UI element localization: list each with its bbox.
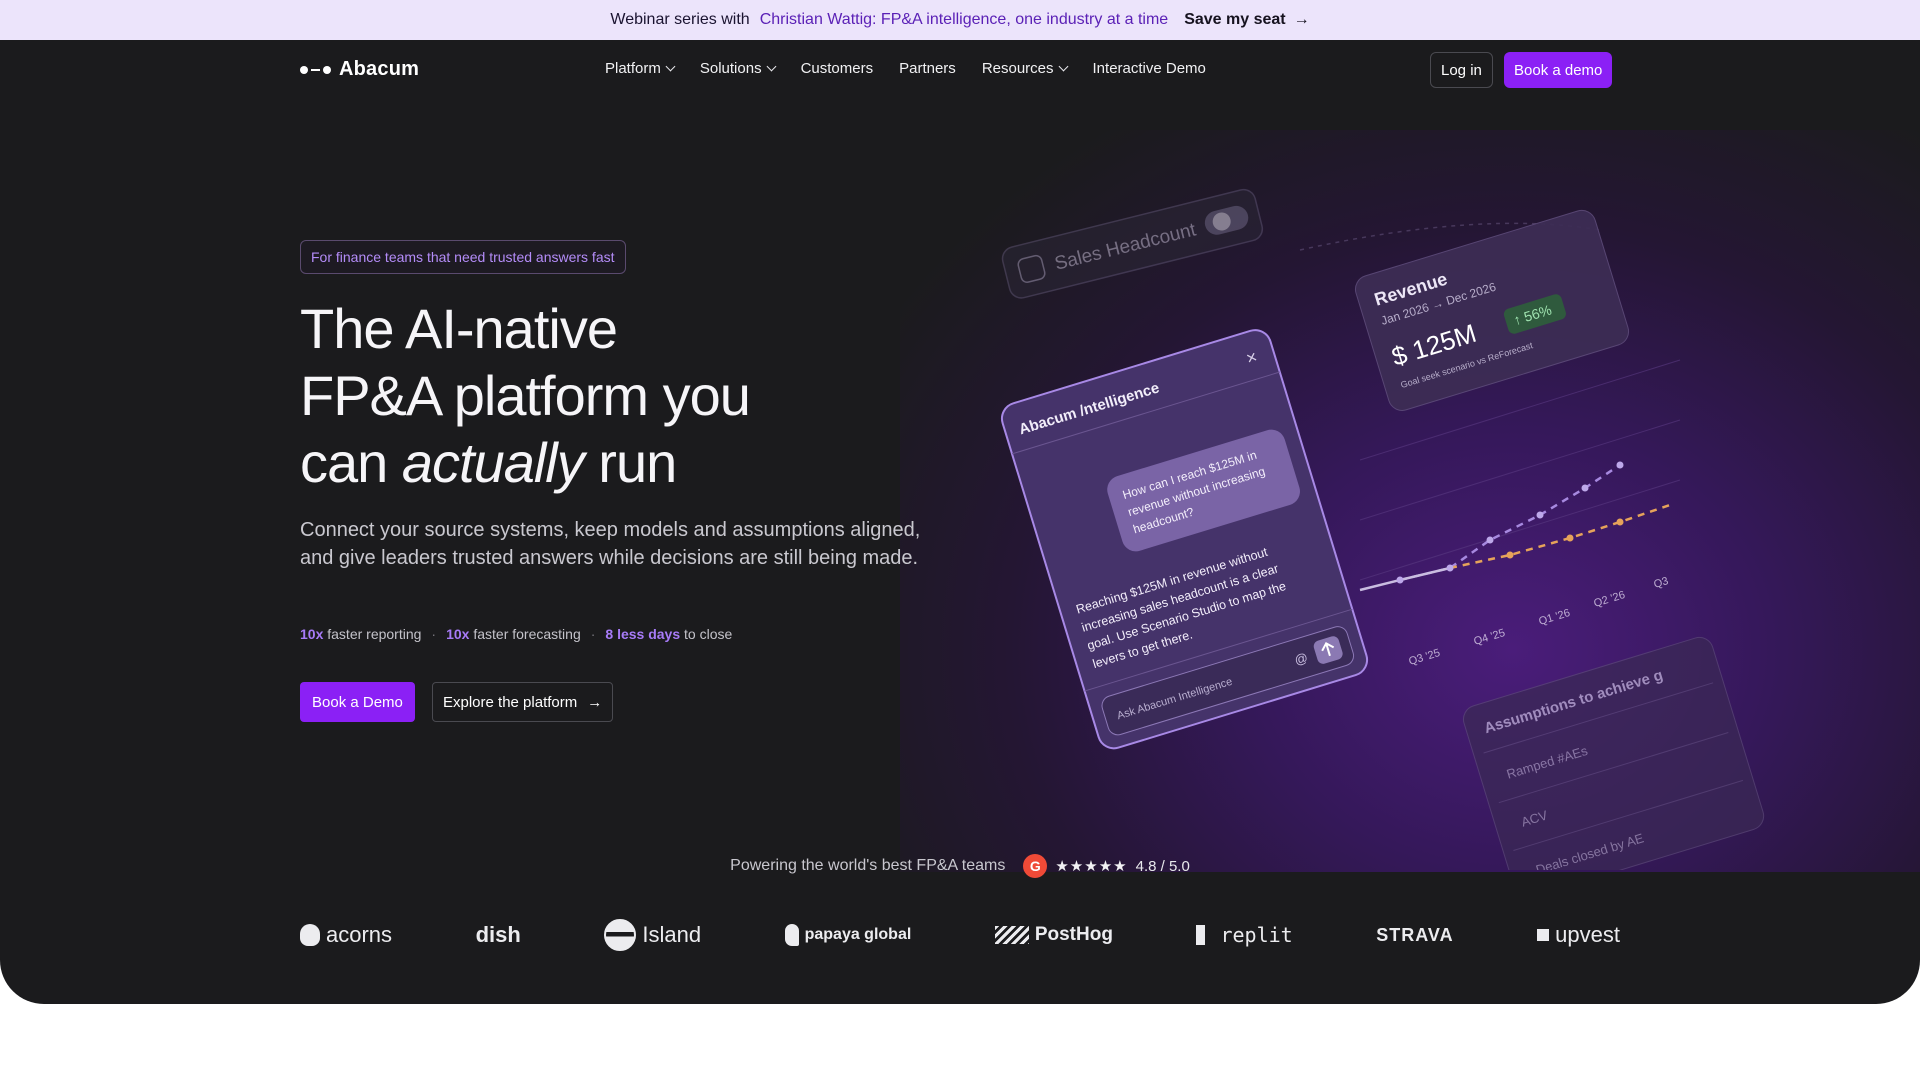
intelligence-chat-card: Abacum /ntelligence × How can I reach $1… <box>1000 329 1369 750</box>
logo-name: replit <box>1220 923 1293 947</box>
book-demo-nav-button[interactable]: Book a demo <box>1504 52 1613 88</box>
proof-text: Powering the world's best FP&A teams <box>730 857 1006 874</box>
announcement-highlight: Christian Wattig: FP&A intelligence, one… <box>759 11 1169 28</box>
replit-icon <box>1196 925 1215 945</box>
acorns-icon <box>300 924 320 946</box>
logo-name: acorns <box>326 922 393 947</box>
stat-value: 10x <box>300 626 324 642</box>
stat-value: 10x <box>446 626 470 642</box>
logo-name: PostHog <box>1034 924 1113 945</box>
forecast-line <box>1449 503 1671 570</box>
upvest-icon <box>1537 929 1550 941</box>
posthog-icon <box>994 926 1029 944</box>
nav-label: Resources <box>981 60 1054 77</box>
headline-line-1: The AI-native <box>300 297 618 360</box>
nav-item-resources[interactable]: Resources <box>981 60 1068 77</box>
save-seat-label: Save my seat <box>1184 11 1286 28</box>
chevron-down-icon <box>1058 61 1068 72</box>
customer-logos: acorns dish Island papaya global PostHog… <box>300 915 1620 955</box>
nav-label: Platform <box>605 60 661 77</box>
explore-label: Explore the platform <box>443 693 578 711</box>
assumptions-card: Assumptions to achieve g Ramped #AEs ACV… <box>1462 636 1765 870</box>
arrow-right-icon: → <box>1293 11 1310 28</box>
actual-line <box>1359 566 1451 592</box>
headline-line-3-pre: can <box>300 431 402 494</box>
headline-emphasis: actually <box>401 431 585 494</box>
announcement-lead: Webinar series with <box>610 11 750 28</box>
g2-icon: G <box>1023 854 1048 878</box>
rating-value: 4.8 / 5.0 <box>1135 857 1190 875</box>
nav-label: Interactive Demo <box>1092 60 1206 77</box>
quarter-labels: Q3 '25 Q4 '25 Q1 '26 Q2 '26 Q3 <box>1407 575 1670 668</box>
axis-label: Q3 '25 <box>1407 647 1441 668</box>
explore-platform-button[interactable]: Explore the platform → <box>432 682 614 722</box>
headline-line-3-post: run <box>583 431 677 494</box>
main-menu: Platform Solutions Customers Partners Re… <box>605 60 1206 77</box>
stat-label: to close <box>684 626 733 642</box>
logo-papaya-global: papaya global <box>784 915 912 955</box>
stat-reporting: 10x faster reporting <box>300 626 421 642</box>
dish-logo: dish <box>475 922 521 947</box>
save-seat-link[interactable]: Save my seat → <box>1184 11 1309 29</box>
stat-separator: · <box>431 626 437 642</box>
logo-wordmark: Abacum <box>339 58 420 80</box>
g2-rating: G ★★★★★ 4.8 / 5.0 <box>1023 854 1190 878</box>
logo-acorns: acorns <box>300 915 392 955</box>
logo-name: upvest <box>1555 922 1620 947</box>
nav-label: Customers <box>800 60 874 77</box>
stats-row: 10x faster reporting · 10x faster foreca… <box>300 626 732 642</box>
axis-label: Q2 '26 <box>1592 589 1626 610</box>
scenario-line <box>1399 463 1621 582</box>
stat-separator: · <box>590 626 596 642</box>
nav-item-solutions[interactable]: Solutions <box>699 60 777 77</box>
nav-item-customers[interactable]: Customers <box>801 60 874 77</box>
top-nav: Abacum Platform Solutions Customers Part… <box>0 40 1920 100</box>
logo-posthog: PostHog <box>994 915 1113 955</box>
logo-name: papaya global <box>804 926 912 943</box>
abacum-logo[interactable]: Abacum <box>300 58 419 81</box>
nav-label: Partners <box>899 60 956 77</box>
logo-name: Island <box>642 922 702 947</box>
stat-value: 8 less days <box>605 626 681 642</box>
papaya-icon <box>784 924 799 946</box>
axis-label: Q4 '25 <box>1472 627 1506 648</box>
logo-island: Island <box>604 915 701 955</box>
stat-forecasting: 10x faster forecasting <box>446 626 581 642</box>
logo-strava: STRAVA <box>1376 915 1453 955</box>
scenario-points <box>1396 461 1624 584</box>
chevron-down-icon <box>665 61 676 72</box>
nav-item-interactive-demo[interactable]: Interactive Demo <box>1093 60 1206 77</box>
star-rating-icon: ★★★★★ <box>1055 858 1128 875</box>
headcount-toggle-card: Sales Headcount <box>1001 188 1264 299</box>
stat-label: faster reporting <box>327 626 422 642</box>
hero-subtext: Connect your source systems, keep models… <box>300 519 921 569</box>
audience-pill: For finance teams that need trusted answ… <box>300 240 626 274</box>
stat-close: 8 less days to close <box>605 626 732 642</box>
chevron-down-icon <box>766 61 777 72</box>
island-icon <box>604 919 637 951</box>
social-proof-row: Powering the world's best FP&A teams G ★… <box>0 854 1920 878</box>
nav-item-platform[interactable]: Platform <box>605 60 676 77</box>
nav-item-partners[interactable]: Partners <box>899 60 956 77</box>
logo-upvest: upvest <box>1537 915 1620 955</box>
announcement-bar: Webinar series with Christian Wattig: FP… <box>0 0 1920 40</box>
logo-dish: dish <box>476 915 521 955</box>
nav-label: Solutions <box>699 60 762 77</box>
product-illustration: Q3 '25 Q4 '25 Q1 '26 Q2 '26 Q3 Sales Hea… <box>1000 188 1765 870</box>
logo-replit: replit <box>1196 915 1293 955</box>
arrow-right-icon: → <box>587 693 603 711</box>
hero-section: Abacum Platform Solutions Customers Part… <box>0 40 1920 1004</box>
revenue-card: Revenue Jan 2026 → Dec 2026 $ 125M ↑ 56%… <box>1354 209 1630 411</box>
book-demo-button[interactable]: Book a Demo <box>300 682 415 722</box>
hero-headline: The AI-native FP&A platform you can actu… <box>300 295 1000 496</box>
stat-label: faster forecasting <box>473 626 581 642</box>
axis-label: Q3 <box>1652 575 1670 591</box>
login-button[interactable]: Log in <box>1430 52 1493 88</box>
strava-logo: STRAVA <box>1376 924 1454 945</box>
abacum-logo-mark-icon <box>300 65 331 74</box>
headline-line-2: FP&A platform you <box>300 364 751 427</box>
axis-label: Q1 '26 <box>1537 607 1571 628</box>
